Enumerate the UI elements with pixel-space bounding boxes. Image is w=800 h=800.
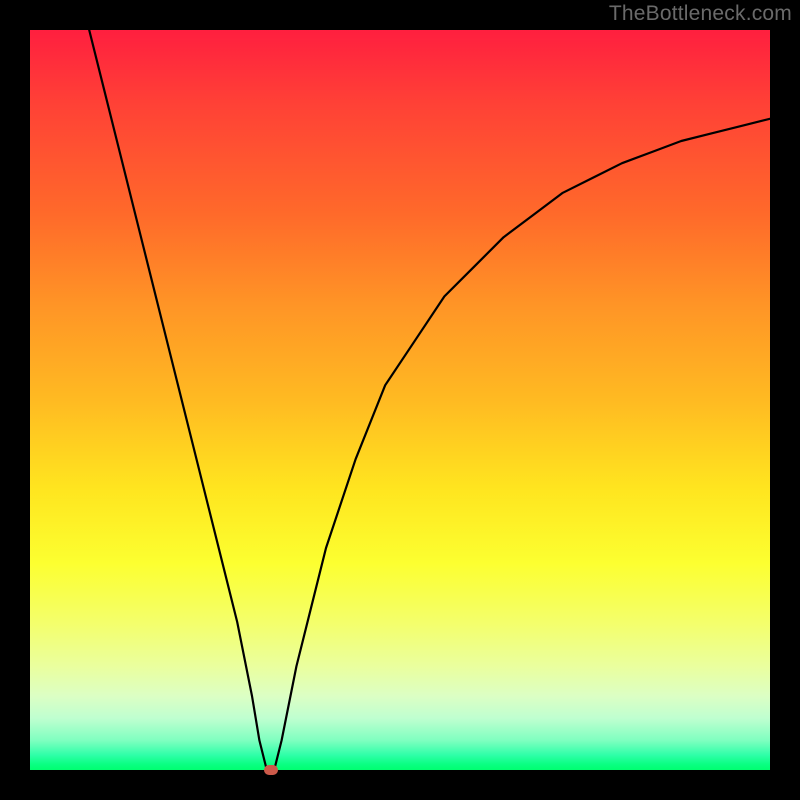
minimum-marker (264, 765, 278, 775)
chart-frame: TheBottleneck.com (0, 0, 800, 800)
watermark-text: TheBottleneck.com (609, 2, 792, 26)
bottleneck-curve (30, 30, 770, 770)
plot-area (30, 30, 770, 770)
